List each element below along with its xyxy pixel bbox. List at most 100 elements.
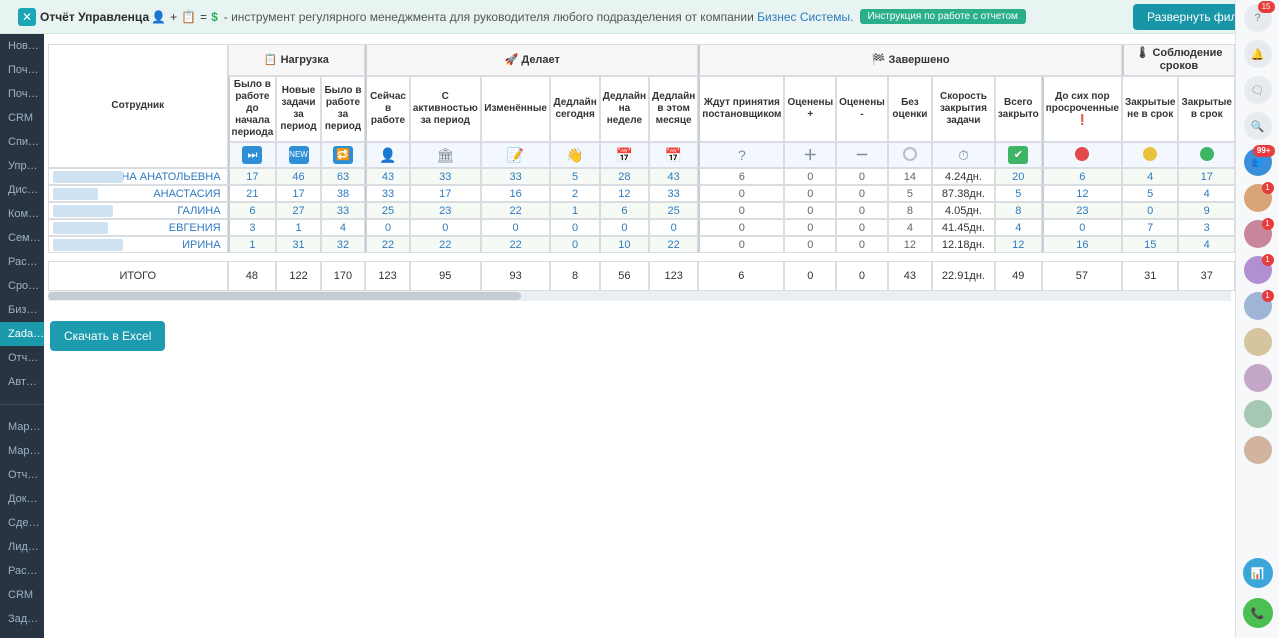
data-cell[interactable]: 6: [600, 202, 649, 219]
sidebar-item[interactable]: Нов…: [0, 34, 44, 58]
column-icon[interactable]: ⏱: [932, 142, 995, 168]
column-icon[interactable]: 👤: [365, 142, 410, 168]
column-icon[interactable]: 📅: [600, 142, 649, 168]
user-avatar[interactable]: [1244, 436, 1272, 464]
data-cell[interactable]: 1: [550, 202, 599, 219]
column-header[interactable]: Скорость закрытия задачи: [932, 76, 995, 142]
column-icon[interactable]: 📅: [649, 142, 698, 168]
data-cell[interactable]: 0: [550, 236, 599, 253]
column-header[interactable]: Закрытые в срок: [1178, 76, 1235, 142]
column-header[interactable]: Дедлайн сегодня: [550, 76, 599, 142]
data-cell[interactable]: 22: [649, 236, 698, 253]
data-cell[interactable]: 33: [649, 185, 698, 202]
column-header[interactable]: Было в работе до начала периода: [228, 76, 277, 142]
data-cell[interactable]: 5: [550, 168, 599, 185]
sidebar-item[interactable]: Поч…: [0, 82, 44, 106]
data-cell[interactable]: 46: [276, 168, 320, 185]
data-cell[interactable]: 2: [550, 185, 599, 202]
data-cell[interactable]: 16: [1042, 236, 1122, 253]
data-cell[interactable]: 17: [1178, 168, 1235, 185]
employee-name-cell[interactable]: ИРИНА АНАТОЛЬЕВНА: [48, 168, 228, 185]
data-cell[interactable]: 33: [410, 168, 481, 185]
data-cell[interactable]: 0: [649, 219, 698, 236]
data-cell[interactable]: 12: [995, 236, 1042, 253]
data-cell[interactable]: 0: [836, 185, 888, 202]
data-cell[interactable]: 22: [410, 236, 481, 253]
help-icon[interactable]: ?15: [1244, 4, 1272, 32]
column-header[interactable]: Дедлайн на неделе: [600, 76, 649, 142]
column-header[interactable]: Всего закрыто: [995, 76, 1042, 142]
column-icon[interactable]: ✔: [995, 142, 1042, 168]
data-cell[interactable]: 4: [1122, 168, 1178, 185]
sidebar-item[interactable]: CRM: [0, 583, 44, 607]
column-icon[interactable]: －: [836, 142, 888, 168]
column-icon[interactable]: ＋: [784, 142, 836, 168]
column-header[interactable]: Оценены -: [836, 76, 888, 142]
employee-name-cell[interactable]: ГАЛИНА: [48, 202, 228, 219]
user-avatar[interactable]: 1: [1244, 220, 1272, 248]
call-fab-icon[interactable]: 📞: [1243, 598, 1273, 628]
data-cell[interactable]: 0: [410, 219, 481, 236]
data-cell[interactable]: 38: [321, 185, 365, 202]
user-avatar[interactable]: [1244, 364, 1272, 392]
data-cell[interactable]: 4.24дн.: [932, 168, 995, 185]
column-icon[interactable]: [1042, 142, 1122, 168]
data-cell[interactable]: 7: [1122, 219, 1178, 236]
employee-name-cell[interactable]: АНАСТАСИЯ: [48, 185, 228, 202]
horizontal-scrollbar[interactable]: [48, 291, 1231, 301]
sidebar-item[interactable]: Рас…: [0, 559, 44, 583]
sidebar-item[interactable]: Поч…: [0, 58, 44, 82]
data-cell[interactable]: 5: [995, 185, 1042, 202]
data-cell[interactable]: 12: [888, 236, 932, 253]
column-header[interactable]: Оценены +: [784, 76, 836, 142]
data-cell[interactable]: 17: [228, 168, 277, 185]
data-cell[interactable]: 41.45дн.: [932, 219, 995, 236]
data-cell[interactable]: 32: [321, 236, 365, 253]
column-icon[interactable]: ⏭: [228, 142, 277, 168]
data-cell[interactable]: 0: [550, 219, 599, 236]
data-cell[interactable]: 4: [995, 219, 1042, 236]
data-cell[interactable]: 6: [228, 202, 277, 219]
data-cell[interactable]: 22: [481, 202, 551, 219]
data-cell[interactable]: 17: [276, 185, 320, 202]
sidebar-item[interactable]: Отч…: [0, 346, 44, 370]
sidebar-item[interactable]: Zada…: [0, 322, 44, 346]
data-cell[interactable]: 10: [600, 236, 649, 253]
column-icon[interactable]: [1178, 142, 1235, 168]
column-icon[interactable]: 🏛: [410, 142, 481, 168]
data-cell[interactable]: 5: [888, 185, 932, 202]
sidebar-item[interactable]: Сро…: [0, 274, 44, 298]
data-cell[interactable]: 12: [600, 185, 649, 202]
sidebar-item[interactable]: Сем…: [0, 226, 44, 250]
data-cell[interactable]: 12: [1042, 185, 1122, 202]
group-chat-icon[interactable]: 👥99+: [1244, 148, 1272, 176]
sidebar-item[interactable]: Упр…: [0, 154, 44, 178]
data-cell[interactable]: 0: [698, 236, 784, 253]
column-header[interactable]: Изменённые: [481, 76, 551, 142]
data-cell[interactable]: 0: [784, 202, 836, 219]
data-cell[interactable]: 1: [276, 219, 320, 236]
search-icon[interactable]: 🔍: [1244, 112, 1272, 140]
data-cell[interactable]: 4.05дн.: [932, 202, 995, 219]
column-header[interactable]: Без оценки: [888, 76, 932, 142]
data-cell[interactable]: 6: [1042, 168, 1122, 185]
data-cell[interactable]: 15: [1122, 236, 1178, 253]
data-cell[interactable]: 14: [888, 168, 932, 185]
data-cell[interactable]: 0: [698, 219, 784, 236]
column-icon[interactable]: [888, 142, 932, 168]
column-icon[interactable]: [1122, 142, 1178, 168]
data-cell[interactable]: 0: [600, 219, 649, 236]
data-cell[interactable]: 22: [481, 236, 551, 253]
sidebar-item[interactable]: Зад…: [0, 607, 44, 631]
column-icon[interactable]: NEW: [276, 142, 320, 168]
sidebar-item[interactable]: Отч…: [0, 463, 44, 487]
data-cell[interactable]: 4: [1178, 185, 1235, 202]
user-avatar[interactable]: [1244, 400, 1272, 428]
data-cell[interactable]: 0: [365, 219, 410, 236]
data-cell[interactable]: 0: [784, 168, 836, 185]
column-header[interactable]: Было в работе за период: [321, 76, 365, 142]
sidebar-item[interactable]: Авт…: [0, 370, 44, 394]
data-cell[interactable]: 4: [321, 219, 365, 236]
sidebar-item[interactable]: Лид…: [0, 535, 44, 559]
employee-name-cell[interactable]: ЕВГЕНИЯ: [48, 219, 228, 236]
